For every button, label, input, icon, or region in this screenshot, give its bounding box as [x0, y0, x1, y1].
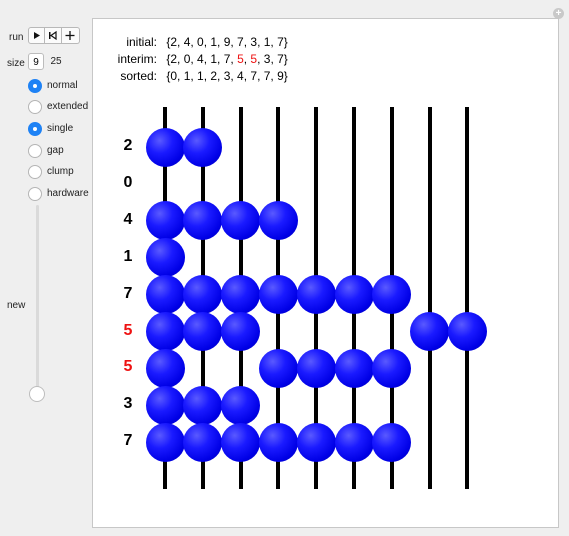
sorted-label: sorted:	[120, 69, 157, 83]
interim-prefix: {2, 0, 4, 1, 7,	[166, 52, 238, 66]
abacus-bead	[296, 275, 336, 315]
abacus-bead	[145, 201, 185, 241]
abacus-bead	[372, 275, 412, 315]
radio-circle[interactable]	[28, 187, 42, 201]
interim-label: interim:	[117, 52, 157, 66]
abacus-bead	[221, 201, 261, 241]
abacus-bead	[183, 201, 223, 241]
abacus-bead	[258, 201, 298, 241]
abacus-rod	[427, 107, 432, 489]
interim-value: {2, 0, 4, 1, 7, 5, 5, 3, 7}	[166, 52, 287, 66]
interim-highlight-1: 5	[237, 52, 244, 66]
radio-circle[interactable]	[28, 165, 42, 179]
abacus-bead	[258, 348, 298, 388]
abacus-bead	[258, 422, 298, 462]
run-label: run	[9, 32, 24, 43]
row-value-label: 7	[123, 432, 133, 450]
abacus-bead	[258, 275, 298, 315]
abacus-bead	[334, 348, 374, 388]
play-button[interactable]	[28, 27, 45, 44]
initial-label: initial:	[126, 35, 157, 49]
new-slider-thumb[interactable]	[29, 386, 45, 402]
row-value-label: 5	[123, 358, 133, 376]
row-value-label: 2	[123, 137, 133, 154]
abacus-bead	[145, 312, 185, 351]
abacus-bead	[296, 422, 336, 462]
new-slider-track[interactable]	[36, 205, 39, 395]
abacus-bead	[221, 312, 261, 351]
size-option-9[interactable]: 9	[28, 53, 44, 70]
sorted-value: {0, 1, 1, 2, 3, 4, 7, 7, 9}	[166, 69, 288, 83]
abacus-bead	[183, 422, 223, 462]
abacus-bead	[145, 275, 185, 315]
abacus-bead	[183, 385, 223, 425]
radio-label: extended	[47, 101, 89, 112]
radio-label: hardware	[47, 188, 89, 199]
sorted-line: sorted: {0, 1, 1, 2, 3, 4, 7, 7, 9}	[101, 69, 288, 83]
abacus-bead	[183, 275, 223, 315]
abacus-bead	[183, 312, 223, 351]
radio-circle[interactable]	[28, 144, 42, 158]
initial-value: {2, 4, 0, 1, 9, 7, 3, 1, 7}	[166, 35, 288, 49]
reset-button[interactable]	[45, 27, 62, 44]
interim-line: interim: {2, 0, 4, 1, 7, 5, 5, 3, 7}	[101, 52, 288, 66]
add-button[interactable]	[62, 27, 80, 44]
row-value-label: 1	[123, 247, 133, 265]
abacus-canvas: initial: {2, 4, 0, 1, 9, 7, 3, 1, 7} int…	[92, 18, 559, 528]
row-value-label: 5	[123, 321, 133, 339]
row-value-label: 0	[123, 173, 133, 191]
radio-circle[interactable]	[28, 100, 42, 114]
abacus-bead	[296, 348, 336, 388]
abacus-bead	[145, 127, 185, 167]
abacus-rod	[465, 107, 470, 489]
size-label: size	[7, 58, 25, 69]
abacus-bead	[334, 275, 374, 315]
radio-circle[interactable]	[28, 122, 42, 136]
interim-suffix: , 3, 7}	[257, 52, 288, 66]
abacus-bead	[145, 238, 185, 278]
abacus-bead	[410, 312, 450, 351]
abacus-bead	[221, 275, 261, 315]
abacus-bead	[221, 422, 261, 462]
skip-back-icon	[49, 30, 57, 41]
radio-circle[interactable]	[28, 79, 42, 93]
new-label: new	[7, 300, 26, 311]
abacus-bead	[145, 422, 185, 462]
radio-label: single	[47, 123, 74, 134]
radio-label: gap	[47, 145, 64, 156]
abacus-bead	[372, 422, 412, 462]
abacus-bead	[145, 348, 185, 388]
play-icon	[34, 32, 40, 39]
abacus-bead	[372, 348, 412, 388]
abacus-bead	[221, 385, 261, 425]
row-value-label: 4	[123, 210, 133, 228]
radio-label: clump	[47, 166, 74, 177]
row-value-label: 7	[123, 284, 133, 302]
abacus-bead	[447, 312, 487, 351]
radio-label: normal	[47, 80, 78, 91]
row-value-label: 3	[123, 395, 133, 413]
size-option-25[interactable]: 25	[46, 53, 66, 70]
abacus-bead	[183, 127, 223, 167]
initial-line: initial: {2, 4, 0, 1, 9, 7, 3, 1, 7}	[101, 35, 288, 49]
abacus-bead	[334, 422, 374, 462]
plus-icon	[65, 31, 75, 40]
abacus-bead	[145, 385, 185, 425]
